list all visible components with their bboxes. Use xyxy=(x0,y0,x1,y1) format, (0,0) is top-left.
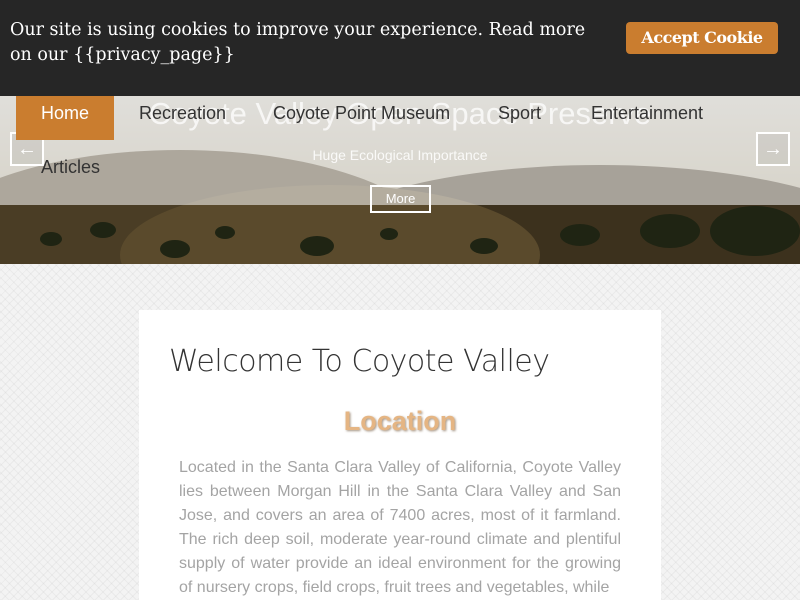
main-nav: Home Recreation Coyote Point Museum Spor… xyxy=(0,96,800,192)
cookie-bar: Our site is using cookies to improve you… xyxy=(0,0,800,96)
nav-item-home[interactable]: Home xyxy=(16,96,114,140)
hero-tree xyxy=(380,228,398,240)
page-title: Welcome To Coyote Valley xyxy=(169,344,550,379)
hero-tree xyxy=(470,238,498,254)
hero-tree xyxy=(560,224,600,246)
nav-item-recreation[interactable]: Recreation xyxy=(114,96,251,140)
content-card: Welcome To Coyote Valley Location Locate… xyxy=(139,310,661,600)
hero-tree xyxy=(215,226,235,239)
nav-item-articles[interactable]: Articles xyxy=(16,150,125,194)
hero-tree xyxy=(640,214,700,248)
hero-tree xyxy=(300,236,334,256)
nav-item-sport[interactable]: Sport xyxy=(473,96,566,140)
cookie-message: Our site is using cookies to improve you… xyxy=(10,20,586,65)
hero-tree xyxy=(90,222,116,238)
hero-tree xyxy=(40,232,62,246)
hero-tree xyxy=(710,206,800,256)
nav-item-coyote-point-museum[interactable]: Coyote Point Museum xyxy=(248,96,475,140)
location-paragraph: Located in the Santa Clara Valley of Cal… xyxy=(179,459,621,596)
nav-item-entertainment[interactable]: Entertainment xyxy=(566,96,728,140)
accept-cookie-button[interactable]: Accept Cookie xyxy=(626,22,778,54)
section-heading-location: Location xyxy=(343,406,457,436)
hero-tree xyxy=(160,240,190,258)
